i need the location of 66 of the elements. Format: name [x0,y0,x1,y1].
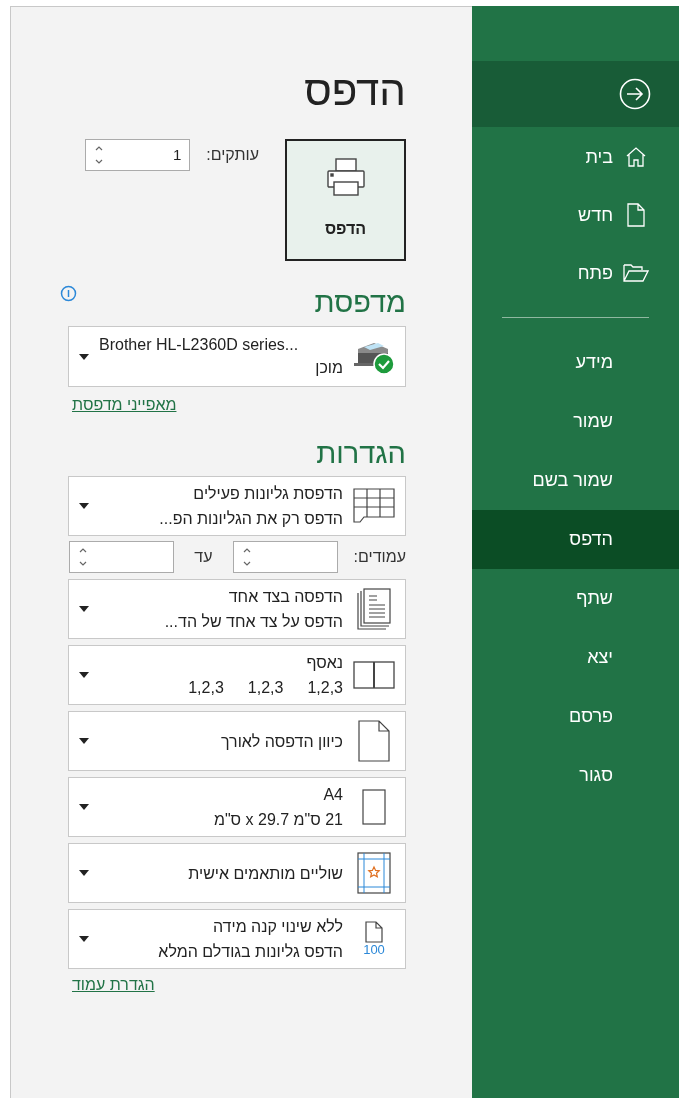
page-order: 1,2,3 [188,678,224,698]
sidebar-item[interactable]: סגור [472,746,679,805]
print-button[interactable]: הדפס [285,139,406,261]
folder-icon [623,263,649,283]
sidebar-item[interactable]: מידע [472,333,679,392]
pages-to-spinner[interactable] [69,541,175,573]
to-label: עד [194,547,213,567]
pages-label: עמודים: [353,547,406,567]
up-down-arrows-icon [241,546,252,568]
caret-icon [79,804,89,810]
sidebar-item[interactable]: פרסם [472,687,679,746]
pages-from-spinner[interactable] [232,541,338,573]
up-down-arrows-icon [94,144,105,166]
info-icon [60,285,77,302]
sidebar-item[interactable]: יצא [472,628,679,687]
caret-icon [79,503,89,509]
home-icon [624,145,648,169]
document-stack-icon [357,588,391,630]
option-title: ללא שינוי קנה מידה [211,917,343,937]
grid-icon [353,488,395,524]
caret-icon [79,738,89,744]
option-description: הדפס על צד אחד של הד... [163,612,343,632]
sidebar-item[interactable]: שתף [472,569,679,628]
option-description: 21 ס"מ x 29.7 ס"מ [212,810,343,830]
settings-dropdown[interactable]: כיוון הדפסה לאורך [68,711,406,771]
page-order: 1,2,3 [247,678,284,698]
link[interactable]: הגדרת עמוד [72,973,155,997]
paper-icon [362,789,386,825]
caret-icon [79,353,89,360]
caret-icon [79,606,89,612]
section-heading: מדפסת [314,285,406,319]
option-description: הדפס רק את הגליונות הפ... [158,509,343,529]
option-title: הדפסת גליונות פעילים [192,484,343,504]
settings-dropdown[interactable]: הדפסה בצד אחד הדפס על צד אחד של הד... [68,579,406,639]
sidebar-item[interactable]: שמור [472,392,679,451]
option-title: הדפסה בצד אחד [227,587,343,607]
copies-spinner[interactable]: 1 [85,139,191,171]
margins-icon [357,852,391,894]
option-title: A4 [322,785,343,805]
two-pages-icon [353,661,395,689]
caret-icon [79,672,89,678]
sidebar-item[interactable]: שמור בשם [472,451,679,510]
option-description: הדפס גליונות בגודלם המלא [157,942,343,962]
printer-status: מוכן [314,357,343,378]
caret-icon [79,936,89,942]
section-heading: הגדרות [316,436,406,470]
settings-dropdown[interactable]: שוליים מותאמים אישית [68,843,406,903]
file-icon [626,203,646,227]
sidebar-item[interactable]: בית [472,128,679,186]
copies-label: עותקים: [206,145,259,165]
page-order: 1,2,3 [307,678,343,698]
caret-icon [79,870,89,876]
page-icon [358,720,390,762]
option-title: שוליים מותאמים אישית [187,863,343,884]
page-title: הדפס [303,66,406,116]
option-title: כיוון הדפסה לאורך [220,731,343,752]
option-title: נאסף [305,653,343,673]
sidebar-item[interactable]: פתח [472,244,679,302]
up-down-arrows-icon [78,546,89,568]
sidebar-item[interactable]: חדש [472,186,679,244]
sidebar-item[interactable]: הדפס [472,510,679,569]
settings-dropdown[interactable]: הדפסת גליונות פעילים הדפס רק את הגליונות הפ... [68,476,406,536]
printer-name: Brother HL-L2360D series... [99,334,300,355]
back-button[interactable] [472,61,679,127]
link[interactable]: מאפייני מדפסת [72,393,177,417]
arrow-circle-icon [619,78,651,110]
